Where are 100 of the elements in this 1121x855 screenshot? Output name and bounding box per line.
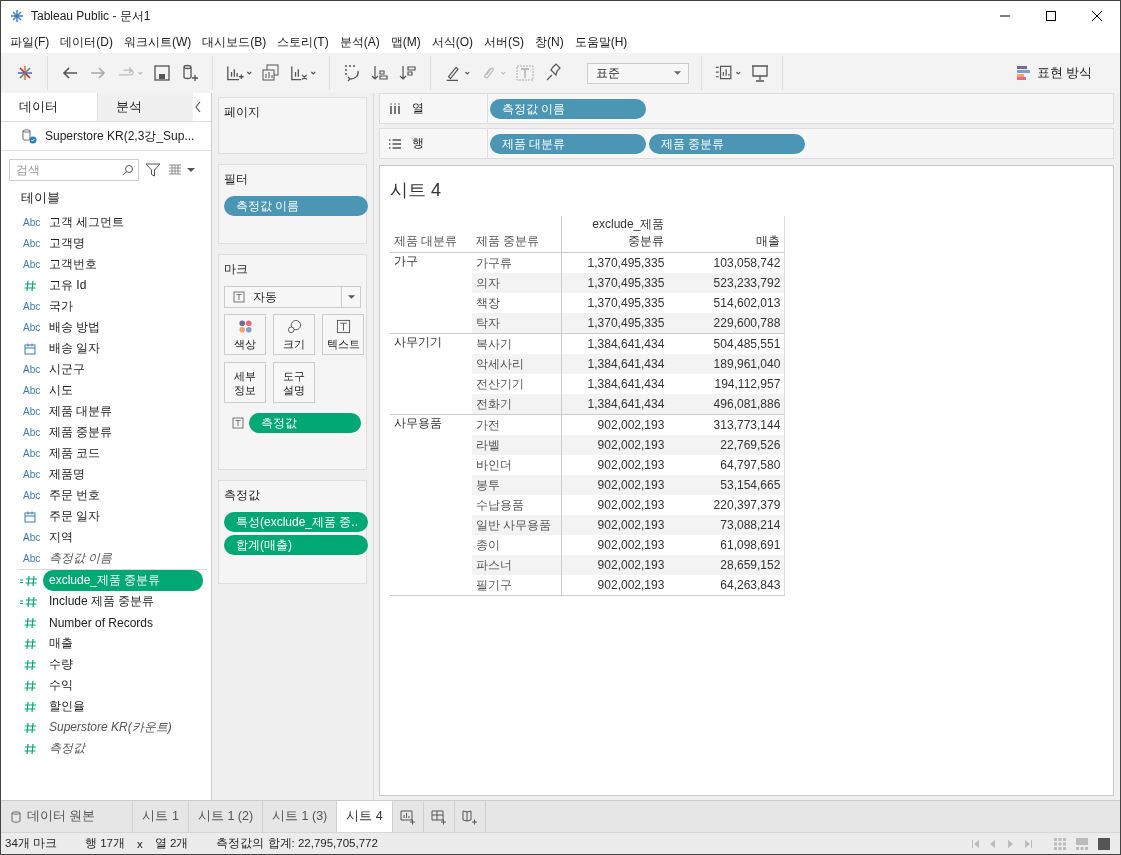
single-view-icon[interactable]	[1098, 837, 1110, 850]
shelf-title: 필터	[224, 171, 249, 188]
sheet-tab[interactable]: 시트 4	[337, 801, 393, 832]
rows-shelf-label: 행	[380, 129, 488, 158]
table-cell: 496,081,886	[713, 397, 781, 411]
field-item[interactable]: Include 제품 중분류	[43, 591, 161, 612]
field-item[interactable]: 측정값	[43, 738, 91, 759]
menu-item[interactable]: 분석(A)	[334, 33, 386, 51]
text-mark-icon	[233, 291, 245, 303]
menu-item[interactable]: 서버(S)	[479, 33, 530, 51]
tooltip-mark-button[interactable]: 도구 설명	[273, 362, 315, 403]
calendar-icon	[23, 341, 37, 356]
size-circles-icon	[286, 318, 302, 334]
number-type-icon	[23, 615, 37, 630]
mark-type-dropdown[interactable]: 자동	[224, 286, 361, 308]
logo-icon[interactable]	[15, 63, 35, 83]
calendar-icon	[23, 509, 37, 524]
columns-icon	[388, 101, 402, 116]
filter-icon[interactable]	[145, 162, 161, 178]
menu-item[interactable]: 대시보드(B)	[197, 33, 273, 51]
search-field[interactable]: 검색	[9, 159, 139, 181]
logo-icon	[9, 8, 25, 24]
number-type-icon	[23, 657, 37, 672]
datasource-name[interactable]: Superstore KR(2,3강_Sup...	[45, 127, 195, 145]
menu-item[interactable]: 파일(F)	[5, 33, 56, 51]
window-title: Tableau Public - 문서1	[31, 7, 151, 25]
size-mark-button[interactable]: 크기	[273, 314, 315, 355]
presentation-icon[interactable]	[750, 63, 770, 83]
column-header: 매출	[668, 216, 785, 253]
detail-mark-button[interactable]: 세부 정보	[224, 362, 266, 403]
field-item[interactable]: 배송 일자	[43, 338, 107, 359]
fit-dropdown[interactable]: 표준	[587, 62, 689, 84]
table-cell: 902,002,193	[597, 478, 665, 492]
table-cell: 902,002,193	[597, 558, 665, 572]
collapse-icon[interactable]	[194, 101, 202, 113]
table-cell: 220,397,379	[713, 498, 781, 512]
row-header: 의자	[476, 275, 500, 290]
menu-item[interactable]: 스토리(T)	[272, 33, 335, 51]
field-item[interactable]: 매출	[43, 633, 79, 654]
number-type-icon	[23, 636, 37, 651]
maximize-icon[interactable]	[1045, 10, 1057, 22]
clear-sheet-icon[interactable]	[289, 63, 317, 83]
menu-item[interactable]: 맵(M)	[385, 33, 427, 51]
column-header: 제품 중분류	[472, 216, 562, 253]
new-story-icon[interactable]	[461, 808, 478, 825]
field-item[interactable]: 수량	[43, 654, 79, 675]
color-mark-button[interactable]: 색상	[224, 314, 266, 355]
calculated-number-icon	[19, 573, 39, 588]
new-datasource-icon[interactable]	[180, 63, 200, 83]
new-worksheet-icon[interactable]	[225, 63, 253, 83]
sort-ascending-icon[interactable]	[370, 63, 390, 83]
field-item[interactable]: 수익	[43, 675, 79, 696]
table-cell: 1,370,495,335	[587, 316, 665, 330]
field-item[interactable]: 주문 일자	[43, 506, 107, 527]
table-cell: 64,263,843	[720, 578, 781, 592]
row-header: 사무용품	[394, 416, 442, 430]
table-cell: 514,602,013	[713, 296, 781, 310]
menu-item[interactable]: 워크시트(W)	[119, 33, 198, 51]
table-cell: 1,384,641,434	[587, 357, 665, 371]
table-cell: 902,002,193	[597, 458, 665, 472]
menu-item[interactable]: 서식(O)	[426, 33, 479, 51]
field-item[interactable]: 할인율	[43, 696, 91, 717]
rows-icon	[388, 136, 402, 151]
close-icon[interactable]	[1091, 10, 1103, 22]
duplicate-sheet-icon[interactable]	[261, 63, 281, 83]
row-header: 가구류	[476, 255, 512, 270]
menu-item[interactable]: 창(N)	[530, 33, 570, 51]
new-dashboard-icon[interactable]	[430, 808, 447, 825]
field-item[interactable]: Number of Records	[43, 613, 160, 632]
row-header: 라벨	[476, 437, 500, 452]
number-type-icon	[23, 720, 37, 735]
save-icon[interactable]	[152, 63, 172, 83]
row-header: 악세사리	[476, 356, 524, 371]
row-header: 바인더	[476, 457, 512, 472]
table-cell: 229,600,788	[713, 316, 781, 330]
side-panel-tab[interactable]: 분석	[97, 93, 193, 121]
show-me-button[interactable]: 표현 방식	[1016, 64, 1092, 82]
status-text: 열 2개	[154, 836, 189, 851]
row-header: 사무기기	[394, 335, 442, 349]
table-cell: 504,485,551	[713, 337, 781, 351]
table-cell: 189,961,040	[713, 357, 781, 371]
column-header: 제품 대분류	[390, 216, 472, 253]
number-type-icon	[23, 278, 37, 293]
caret-icon	[673, 70, 682, 76]
field-item[interactable]: 고유 Id	[43, 275, 93, 296]
view-options-icon[interactable]	[167, 163, 197, 177]
row-header: 복사기	[476, 336, 512, 351]
table-cell: 103,058,742	[713, 256, 781, 270]
new-worksheet-icon[interactable]	[399, 808, 416, 825]
table-cell: 902,002,193	[597, 498, 665, 512]
text-mark-button[interactable]: 텍스트	[322, 314, 364, 355]
swap-icon[interactable]	[342, 63, 362, 83]
column-header: exclude_제품 중분류	[591, 216, 665, 250]
search-icon	[122, 164, 134, 176]
bar-chart-icon	[1016, 66, 1031, 80]
row-header: 종이	[476, 537, 500, 552]
menu-item[interactable]: 데이터(D)	[55, 33, 119, 51]
field-item[interactable]: Superstore KR(카운트)	[43, 717, 178, 738]
menu-item[interactable]: 도움말(H)	[569, 33, 634, 51]
row-header: 일반 사무용품	[476, 517, 552, 532]
